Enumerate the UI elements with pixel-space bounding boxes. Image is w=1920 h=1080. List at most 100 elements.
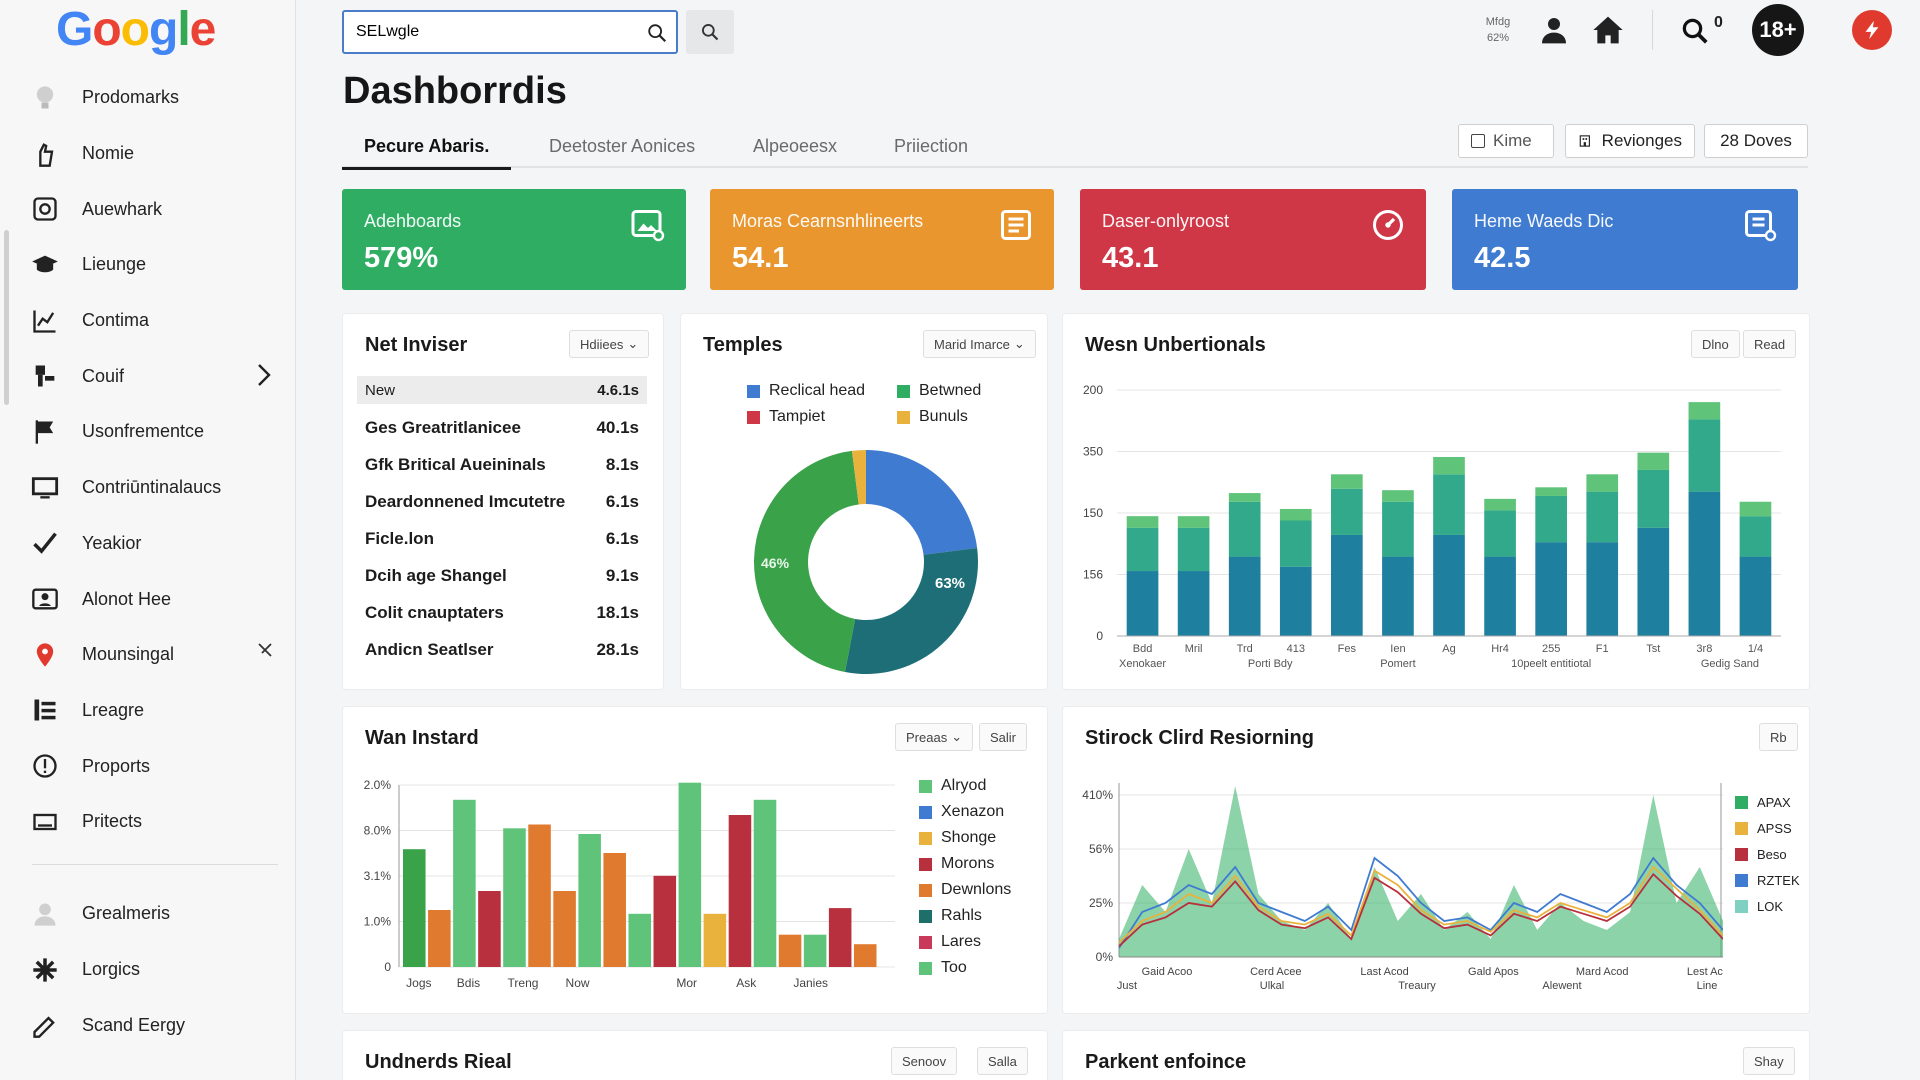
bar-segment[interactable] — [1177, 516, 1210, 528]
list-item[interactable]: Ficle.lon 6.1s — [357, 520, 647, 557]
legend-item[interactable]: Morons — [919, 851, 1011, 877]
search-icon[interactable] — [646, 22, 668, 44]
bar-segment[interactable] — [1279, 520, 1312, 567]
rb-button[interactable]: Rb — [1759, 723, 1798, 751]
kpi-card-heme-waeds[interactable]: Heme Waeds Dic 42.5 — [1452, 189, 1798, 290]
read-button[interactable]: Read — [1743, 330, 1797, 358]
bar[interactable] — [478, 891, 501, 967]
bar-segment[interactable] — [1484, 510, 1516, 557]
bar-segment[interactable] — [1382, 490, 1414, 502]
bar-segment[interactable] — [1739, 556, 1772, 636]
revionges-button[interactable]: Revionges — [1565, 124, 1695, 158]
doves-button[interactable]: 28 Doves — [1704, 124, 1808, 158]
sidebar-item-contima[interactable]: Contima — [30, 293, 280, 349]
list-item[interactable]: Dcih age Shangel 9.1s — [357, 557, 647, 594]
area-series-apax[interactable] — [1119, 786, 1723, 957]
bar[interactable] — [728, 815, 752, 967]
bar[interactable] — [503, 828, 526, 967]
list-item[interactable]: Andicn Seatlser 28.1s — [357, 631, 647, 668]
legend-item[interactable]: Reclical head — [747, 378, 897, 404]
user-icon[interactable] — [1538, 14, 1570, 46]
home-icon[interactable] — [1592, 14, 1624, 46]
legend-item[interactable]: Betwned — [897, 378, 1007, 404]
sidebar-item-yeakior[interactable]: Yeakior — [30, 516, 280, 572]
bar-segment[interactable] — [1484, 556, 1516, 636]
bar[interactable] — [778, 934, 802, 967]
app-launcher-button[interactable] — [1852, 10, 1892, 50]
bar-segment[interactable] — [1688, 491, 1721, 636]
bar-segment[interactable] — [1586, 491, 1619, 543]
bar-segment[interactable] — [1739, 501, 1772, 517]
bar-segment[interactable] — [1331, 488, 1363, 535]
age-rating-badge[interactable]: 18+ — [1752, 4, 1804, 56]
bar-segment[interactable] — [1535, 487, 1567, 496]
search-icon[interactable] — [1680, 16, 1710, 46]
legend-item[interactable]: Alryod — [919, 773, 1011, 799]
legend-item[interactable]: APSS — [1735, 815, 1800, 841]
bar-segment[interactable] — [1126, 527, 1159, 572]
bar[interactable] — [703, 913, 727, 967]
bar[interactable] — [803, 934, 827, 967]
bar-segment[interactable] — [1177, 571, 1210, 636]
bar-segment[interactable] — [1739, 516, 1772, 557]
bar[interactable] — [428, 910, 451, 967]
sidebar-item-contri-ntinalaucs[interactable]: Contriūntinalaucs — [30, 460, 280, 516]
kpi-card-adehboards[interactable]: Adehboards 579% — [342, 189, 686, 290]
kime-button[interactable]: Kime — [1458, 124, 1554, 158]
bar-segment[interactable] — [1637, 469, 1670, 528]
sidebar-item-pritects[interactable]: Pritects — [30, 794, 280, 850]
tab-pecure-abaris[interactable]: Pecure Abaris. — [342, 136, 512, 170]
senoov-button[interactable]: Senoov — [891, 1047, 958, 1075]
bar[interactable] — [828, 908, 852, 967]
bar-segment[interactable] — [1228, 493, 1261, 502]
legend-item[interactable]: Too — [919, 955, 1011, 981]
chevron-right-icon[interactable] — [254, 362, 274, 388]
sidebar-scrollbar[interactable] — [4, 230, 9, 405]
sidebar-item-lreagre[interactable]: Lreagre — [30, 683, 280, 739]
temples-dropdown[interactable]: Marid Imarce ⌄ — [923, 330, 1036, 358]
legend-item[interactable]: APAX — [1735, 789, 1800, 815]
bar[interactable] — [678, 782, 702, 967]
legend-item[interactable]: Beso — [1735, 841, 1800, 867]
search-box[interactable] — [342, 10, 678, 54]
legend-item[interactable]: LOK — [1735, 893, 1800, 919]
legend-item[interactable]: RZTEK — [1735, 867, 1800, 893]
bar[interactable] — [653, 875, 677, 967]
sidebar-item-alonot-hee[interactable]: Alonot Hee — [30, 571, 280, 627]
bar-segment[interactable] — [1382, 501, 1414, 557]
sidebar-item-nomie[interactable]: Nomie — [30, 126, 280, 182]
bar[interactable] — [453, 799, 476, 967]
sidebar-item-proports[interactable]: Proports — [30, 738, 280, 794]
bar[interactable] — [753, 799, 777, 967]
legend-item[interactable]: Tampiet — [747, 404, 897, 430]
sidebar-item-auewhark[interactable]: Auewhark — [30, 181, 280, 237]
bar-segment[interactable] — [1126, 571, 1159, 636]
list-item[interactable]: Colit cnauptaters 18.1s — [357, 594, 647, 631]
tab-alpeoeesx[interactable]: Alpeoeesx — [753, 136, 837, 157]
bar-segment[interactable] — [1331, 474, 1363, 489]
shay-button[interactable]: Shay — [1743, 1047, 1795, 1075]
bar-segment[interactable] — [1126, 516, 1159, 528]
bar-segment[interactable] — [1433, 534, 1465, 636]
dlno-button[interactable]: Dlno — [1691, 330, 1740, 358]
bar-segment[interactable] — [1637, 527, 1670, 636]
donut-slice[interactable] — [866, 450, 978, 555]
google-logo[interactable]: Google — [56, 2, 216, 57]
bar-segment[interactable] — [1688, 419, 1721, 492]
net-inviser-dropdown[interactable]: Hdiiees ⌄ — [569, 330, 650, 358]
salla-button[interactable]: Salla — [977, 1047, 1028, 1075]
bar[interactable] — [403, 849, 426, 967]
kpi-card-daser[interactable]: Daser-onlyroost 43.1 — [1080, 189, 1426, 290]
tab-deetoster-aonices[interactable]: Deetoster Aonices — [549, 136, 695, 157]
legend-item[interactable]: Rahls — [919, 903, 1011, 929]
bar-segment[interactable] — [1331, 534, 1363, 636]
sidebar-item-grealmeris[interactable]: Grealmeris — [30, 886, 280, 942]
search-button[interactable] — [686, 10, 734, 54]
bar[interactable] — [853, 944, 877, 967]
bar-segment[interactable] — [1535, 495, 1567, 543]
legend-item[interactable]: Bunuls — [897, 404, 1007, 430]
bar[interactable] — [628, 913, 652, 967]
bar-segment[interactable] — [1228, 556, 1261, 636]
bar-segment[interactable] — [1535, 542, 1567, 636]
legend-item[interactable]: Shonge — [919, 825, 1011, 851]
